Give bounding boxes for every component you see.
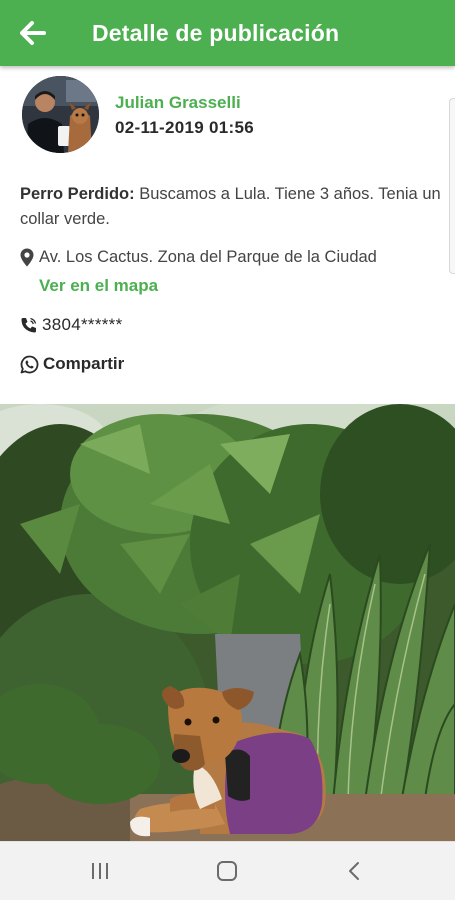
share-label: Compartir xyxy=(43,354,125,373)
back-chevron-icon xyxy=(349,862,359,880)
arrow-left-icon xyxy=(20,21,46,45)
location-row: Av. Los Cactus. Zona del Parque de la Ci… xyxy=(20,248,377,267)
phone-row[interactable]: 3804****** xyxy=(20,315,123,335)
recents-icon xyxy=(92,863,108,879)
phone-icon xyxy=(21,317,37,333)
post-category: Perro Perdido: xyxy=(20,185,135,203)
whatsapp-icon xyxy=(20,355,39,373)
post-card: Julian Grasselli 02-11-2019 01:56 Perro … xyxy=(0,66,455,404)
recents-button[interactable] xyxy=(80,854,120,888)
avatar-photo xyxy=(22,76,99,153)
map-marker-icon xyxy=(20,248,34,267)
nav-back-button[interactable] xyxy=(334,854,374,888)
phone-number: 3804****** xyxy=(42,315,123,334)
post-date: 02-11-2019 01:56 xyxy=(115,118,255,137)
share-button[interactable]: Compartir xyxy=(20,354,124,374)
dog-in-garden-image xyxy=(0,404,455,841)
post-photo[interactable] xyxy=(0,404,455,841)
app-bar: Detalle de publicación xyxy=(0,0,455,66)
avatar[interactable] xyxy=(22,76,99,153)
back-button[interactable] xyxy=(0,0,66,66)
page-title: Detalle de publicación xyxy=(92,19,340,46)
home-icon xyxy=(217,861,237,881)
home-button[interactable] xyxy=(207,854,247,888)
system-nav-bar xyxy=(0,841,455,900)
location-text: Av. Los Cactus. Zona del Parque de la Ci… xyxy=(39,248,377,266)
post-description: Perro Perdido: Buscamos a Lula. Tiene 3 … xyxy=(20,182,450,232)
view-on-map-link[interactable]: Ver en el mapa xyxy=(39,276,158,296)
author-name[interactable]: Julian Grasselli xyxy=(115,93,241,113)
